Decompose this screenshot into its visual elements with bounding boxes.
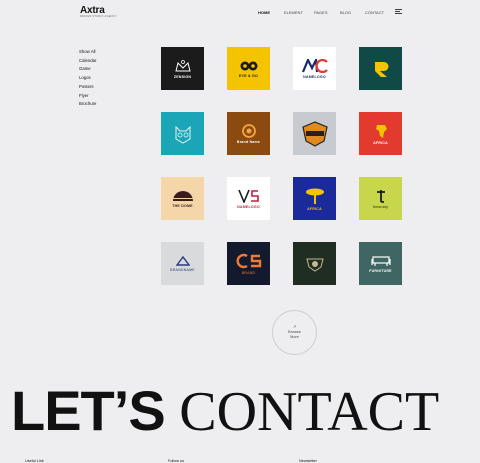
tile-caption: THE DOME	[172, 203, 193, 208]
filter-show-all[interactable]: Show All	[79, 48, 96, 57]
portfolio-tile-furniture[interactable]: FURNITURE	[359, 242, 402, 285]
tile-caption: Brand Name	[236, 139, 261, 144]
tile-caption: AFRICA	[373, 140, 388, 145]
triangle-mark-icon	[175, 255, 190, 266]
tile-caption: AFRICA	[307, 206, 322, 211]
portfolio-tile-eye-go[interactable]: EYE & GO	[227, 47, 270, 90]
portfolio-tile-brandname[interactable]: BRANDNAME	[161, 242, 204, 285]
contact-heading-bold: LET’S	[11, 379, 166, 442]
tiger-badge-icon	[301, 120, 328, 147]
footer-useful-link: Useful Link	[25, 459, 44, 463]
portfolio-tile-r-mark[interactable]	[359, 47, 402, 90]
crown-icon	[174, 59, 191, 71]
dome-icon	[172, 190, 193, 201]
portfolio-tile-the-dome[interactable]: THE DOME	[161, 177, 204, 220]
tile-caption: timonary	[372, 204, 389, 209]
portfolio-tile-wild-crest[interactable]	[293, 242, 336, 285]
tile-caption: BRAND	[241, 270, 256, 275]
mc-monogram-icon	[301, 58, 328, 73]
tile-caption: NAMELOGO	[237, 204, 260, 209]
spiral-icon	[241, 123, 256, 138]
footer-follow-us: Follow us	[168, 459, 185, 463]
filter-flyer[interactable]: Flyer	[79, 92, 96, 101]
nav-item-blog[interactable]: BLOG	[340, 10, 351, 15]
brand-tagline: DESIGN STUDIO AGENCY	[80, 15, 117, 18]
portfolio-tile-africa-red[interactable]: AFRICA	[359, 112, 402, 155]
vs-monogram-icon	[237, 189, 259, 203]
portfolio-tile-vs-namelogo[interactable]: NAMELOGO	[227, 177, 270, 220]
browse-label-2: More	[290, 335, 299, 339]
portfolio-tile-cs-brand[interactable]: BRAND	[227, 242, 270, 285]
owl-icon	[175, 125, 190, 144]
filter-calendar[interactable]: Calendar	[79, 57, 96, 66]
portfolio-tile-tiger-badge[interactable]	[293, 112, 336, 155]
filter-posters[interactable]: Posters	[79, 83, 96, 92]
nav-item-home[interactable]: HOME	[258, 10, 270, 15]
portfolio-tile-owl[interactable]	[161, 112, 204, 155]
portfolio-filters: Show All Calendar Game Logos Posters Fly…	[79, 48, 96, 109]
cs-monogram-icon	[236, 253, 261, 268]
footer-newsletter: Newsletter	[299, 459, 317, 463]
tile-caption: FURNITURE	[369, 268, 392, 273]
filter-logos[interactable]: Logos	[79, 74, 96, 83]
sofa-icon	[370, 255, 391, 266]
tree-icon	[305, 188, 324, 204]
filter-brochure[interactable]: Brochure	[79, 100, 96, 109]
portfolio-tile-africa-blue[interactable]: AFRICA	[293, 177, 336, 220]
nav-item-pages[interactable]: PAGES	[314, 10, 328, 15]
tile-caption: ZENSIGN	[173, 74, 192, 79]
tile-caption: EYE & GO	[239, 73, 258, 78]
crest-icon	[305, 258, 324, 272]
portfolio-tile-mc-namelogo[interactable]: NAMELOGO	[293, 47, 336, 90]
portfolio-tile-zensign[interactable]: ZENSIGN	[161, 47, 204, 90]
portfolio-tile-brand-name[interactable]: Brand Name	[227, 112, 270, 155]
contact-heading-serif: CONTACT	[179, 381, 440, 443]
africa-map-icon	[375, 124, 387, 138]
t-letter-icon	[376, 189, 385, 203]
nav-item-contact[interactable]: CONTACT	[365, 10, 384, 15]
browse-more-button[interactable]: ↗ Browse More	[272, 310, 317, 355]
tile-caption: BRANDNAME	[170, 267, 195, 272]
eyes-icon	[240, 61, 257, 70]
r-letter-icon	[374, 61, 388, 77]
nav-item-element[interactable]: ELEMENT	[284, 10, 303, 15]
portfolio-tile-timonary[interactable]: timonary	[359, 177, 402, 220]
hamburger-icon[interactable]	[395, 9, 402, 16]
contact-heading[interactable]: LET’S CONTACT	[11, 379, 440, 443]
tile-caption: NAMELOGO	[303, 74, 326, 79]
filter-game[interactable]: Game	[79, 65, 96, 74]
brand-logo[interactable]: Axtra DESIGN STUDIO AGENCY	[80, 5, 117, 18]
